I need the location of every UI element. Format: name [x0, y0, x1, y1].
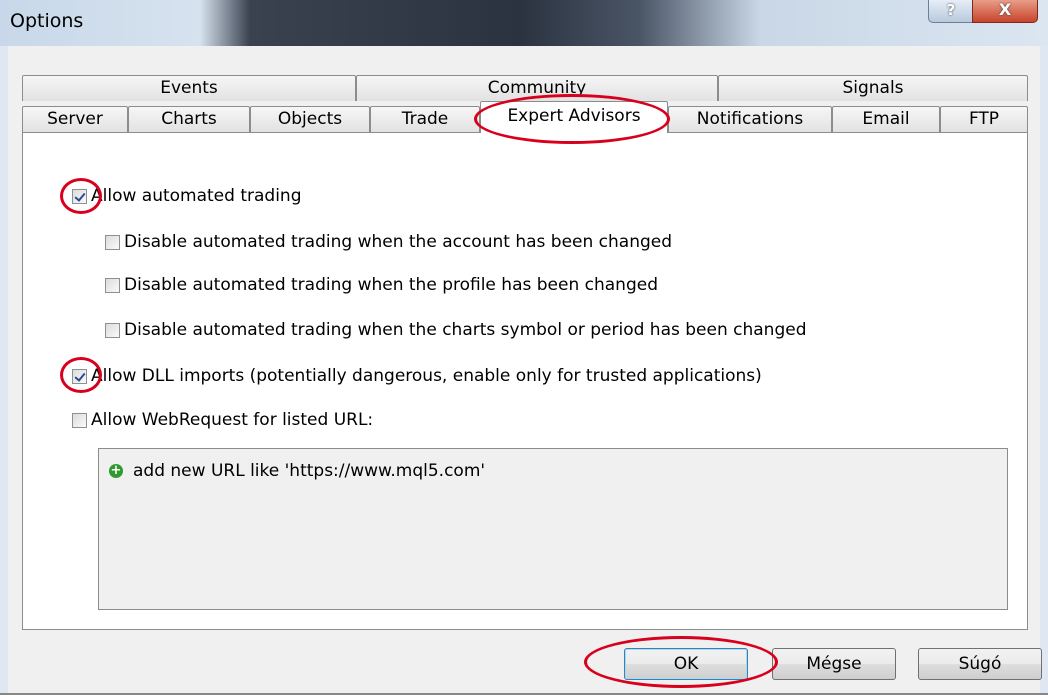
- close-button[interactable]: X: [972, 0, 1038, 23]
- url-list[interactable]: + add new URL like 'https://www.mql5.com…: [98, 448, 1008, 610]
- title-bar: Options ? X: [0, 0, 1048, 46]
- allow-webrequest-label: Allow WebRequest for listed URL:: [91, 410, 374, 430]
- plus-circle-icon: +: [109, 463, 123, 478]
- disable-on-profile-change-option[interactable]: Disable automated trading when the profi…: [105, 272, 658, 298]
- disable-on-account-change-checkbox[interactable]: [105, 234, 120, 250]
- allow-automated-trading-checkbox[interactable]: [72, 188, 87, 204]
- window-title: Options: [10, 10, 84, 32]
- tab-trade[interactable]: Trade: [370, 106, 480, 132]
- tab-community[interactable]: Community: [356, 75, 718, 101]
- tab-email[interactable]: Email: [832, 106, 940, 132]
- allow-dll-imports-checkbox[interactable]: [72, 368, 87, 384]
- allow-dll-imports-option[interactable]: Allow DLL imports (potentially dangerous…: [72, 363, 762, 389]
- disable-on-account-change-label: Disable automated trading when the accou…: [124, 232, 673, 252]
- tab-ftp[interactable]: FTP: [940, 106, 1028, 132]
- disable-on-symbol-change-checkbox[interactable]: [105, 322, 120, 338]
- add-url-item[interactable]: + add new URL like 'https://www.mql5.com…: [109, 461, 485, 481]
- tab-notifications[interactable]: Notifications: [668, 106, 832, 132]
- tab-objects[interactable]: Objects: [250, 106, 370, 132]
- disable-on-account-change-option[interactable]: Disable automated trading when the accou…: [105, 229, 672, 255]
- tab-events[interactable]: Events: [22, 75, 356, 101]
- allow-automated-trading-label: Allow automated trading: [91, 186, 302, 206]
- help-title-button[interactable]: ?: [928, 0, 974, 23]
- window-frame-right: [1040, 46, 1048, 695]
- cancel-button[interactable]: Mégse: [772, 648, 896, 680]
- tab-expert-advisors[interactable]: Expert Advisors: [480, 101, 668, 133]
- window-frame-left: [0, 46, 8, 695]
- add-url-label: add new URL like 'https://www.mql5.com': [133, 461, 486, 481]
- allow-dll-imports-label: Allow DLL imports (potentially dangerous…: [91, 366, 762, 386]
- tab-server[interactable]: Server: [22, 106, 128, 132]
- allow-webrequest-checkbox[interactable]: [72, 412, 87, 428]
- disable-on-profile-change-label: Disable automated trading when the profi…: [124, 275, 658, 295]
- disable-on-profile-change-checkbox[interactable]: [105, 277, 120, 293]
- allow-automated-trading-option[interactable]: Allow automated trading: [72, 183, 302, 209]
- tab-signals[interactable]: Signals: [718, 75, 1028, 101]
- allow-webrequest-option[interactable]: Allow WebRequest for listed URL:: [72, 407, 373, 433]
- ok-button[interactable]: OK: [624, 648, 748, 680]
- disable-on-symbol-change-label: Disable automated trading when the chart…: [124, 320, 807, 340]
- help-button[interactable]: Súgó: [918, 648, 1042, 680]
- tab-charts[interactable]: Charts: [128, 106, 250, 132]
- disable-on-symbol-change-option[interactable]: Disable automated trading when the chart…: [105, 317, 807, 343]
